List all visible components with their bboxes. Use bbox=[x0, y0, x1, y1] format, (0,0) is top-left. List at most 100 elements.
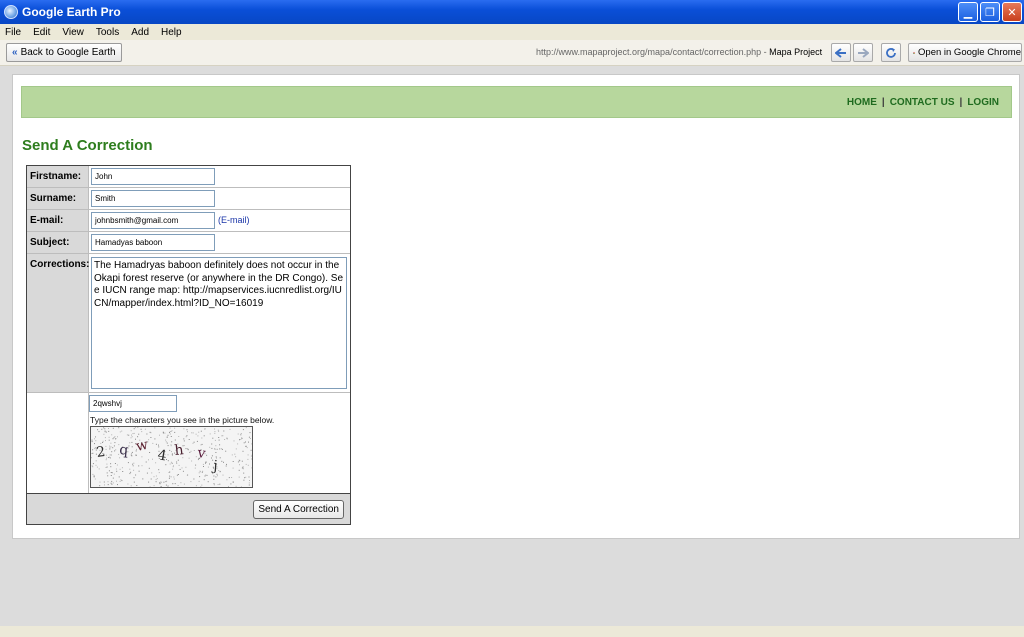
captcha-noise-dot bbox=[231, 477, 233, 478]
captcha-noise-dot bbox=[135, 474, 137, 476]
captcha-noise-dot bbox=[187, 449, 189, 451]
captcha-noise-dot bbox=[178, 464, 180, 466]
email-input[interactable]: johnbsmith@gmail.com bbox=[91, 212, 215, 229]
minimize-button[interactable]: ▁ bbox=[958, 2, 978, 22]
captcha-noise-dot bbox=[169, 427, 171, 429]
window-controls: ▁ ❐ ✕ bbox=[958, 2, 1022, 22]
chrome-icon bbox=[913, 51, 915, 54]
captcha-noise-dot bbox=[103, 481, 105, 483]
send-correction-button[interactable]: Send A Correction bbox=[253, 500, 344, 519]
captcha-noise-dot bbox=[113, 437, 115, 439]
captcha-noise-dot bbox=[158, 472, 160, 474]
email-help-link[interactable]: (E-mail) bbox=[218, 215, 250, 225]
captcha-noise-dot bbox=[198, 431, 200, 433]
captcha-noise-dot bbox=[170, 444, 172, 446]
surname-input[interactable]: Smith bbox=[91, 190, 215, 207]
subject-row: Subject: Hamadyas baboon bbox=[27, 232, 350, 254]
correction-form: Firstname: John Surname: Smith E-mail: j… bbox=[26, 165, 351, 525]
captcha-noise-dot bbox=[242, 450, 244, 452]
captcha-noise-dot bbox=[105, 445, 107, 447]
captcha-noise-dot bbox=[245, 427, 247, 429]
back-arrow-button[interactable] bbox=[831, 43, 851, 62]
captcha-noise-dot bbox=[99, 481, 101, 483]
reload-button[interactable] bbox=[881, 43, 901, 62]
menu-add[interactable]: Add bbox=[131, 27, 149, 38]
captcha-noise-dot bbox=[132, 463, 134, 465]
captcha-noise-dot bbox=[211, 457, 212, 459]
captcha-noise-dot bbox=[117, 436, 118, 438]
captcha-noise-dot bbox=[233, 440, 235, 442]
captcha-noise-dot bbox=[131, 446, 133, 448]
captcha-noise-dot bbox=[120, 479, 122, 481]
menu-help[interactable]: Help bbox=[161, 27, 182, 38]
captcha-noise-dot bbox=[211, 455, 213, 457]
captcha-noise-dot bbox=[205, 462, 206, 464]
captcha-noise-dot bbox=[202, 470, 204, 472]
arrow-right-icon bbox=[858, 47, 869, 58]
captcha-noise-dot bbox=[240, 433, 242, 434]
captcha-noise-dot bbox=[217, 475, 218, 477]
captcha-noise-dot bbox=[251, 458, 252, 460]
forward-arrow-button[interactable] bbox=[853, 43, 873, 62]
captcha-noise-dot bbox=[251, 443, 252, 445]
captcha-noise-dot bbox=[209, 433, 211, 435]
captcha-noise-dot bbox=[245, 476, 247, 478]
captcha-noise-dot bbox=[214, 448, 216, 450]
captcha-noise-dot bbox=[171, 441, 173, 443]
captcha-noise-dot bbox=[203, 466, 204, 467]
captcha-noise-dot bbox=[209, 446, 211, 448]
firstname-input[interactable]: John bbox=[91, 168, 215, 185]
close-button[interactable]: ✕ bbox=[1002, 2, 1022, 22]
captcha-noise-dot bbox=[194, 467, 196, 469]
menu-edit[interactable]: Edit bbox=[33, 27, 50, 38]
window-titlebar: Google Earth Pro ▁ ❐ ✕ bbox=[0, 0, 1024, 24]
captcha-noise-dot bbox=[95, 440, 97, 442]
url-text: http://www.mapaproject.org/mapa/contact/… bbox=[536, 47, 762, 57]
captcha-noise-dot bbox=[183, 483, 185, 485]
back-to-earth-button[interactable]: « Back to Google Earth bbox=[6, 43, 122, 62]
captcha-input[interactable]: 2qwshvj bbox=[89, 395, 177, 412]
captcha-noise-dot bbox=[119, 468, 121, 470]
captcha-noise-dot bbox=[237, 433, 239, 435]
captcha-noise-dot bbox=[169, 476, 171, 478]
menu-file[interactable]: File bbox=[5, 27, 21, 38]
captcha-noise-dot bbox=[219, 471, 221, 473]
captcha-noise-dot bbox=[142, 478, 144, 480]
captcha-noise-dot bbox=[166, 442, 168, 444]
captcha-noise-dot bbox=[112, 427, 114, 429]
restore-button[interactable]: ❐ bbox=[980, 2, 1000, 22]
surname-label: Surname: bbox=[27, 188, 89, 209]
captcha-noise-dot bbox=[112, 482, 114, 484]
captcha-noise-dot bbox=[229, 428, 231, 430]
captcha-noise-dot bbox=[91, 441, 93, 443]
captcha-noise-dot bbox=[112, 447, 114, 449]
open-in-chrome-button[interactable]: Open in Google Chrome bbox=[908, 43, 1022, 62]
captcha-noise-dot bbox=[154, 438, 156, 440]
captcha-noise-dot bbox=[132, 465, 134, 467]
captcha-noise-dot bbox=[133, 428, 135, 430]
captcha-noise-dot bbox=[109, 448, 111, 450]
subject-input[interactable]: Hamadyas baboon bbox=[91, 234, 215, 251]
captcha-noise-dot bbox=[172, 483, 174, 485]
captcha-noise-dot bbox=[241, 437, 243, 439]
captcha-noise-dot bbox=[111, 451, 113, 453]
captcha-noise-dot bbox=[188, 457, 190, 459]
captcha-noise-dot bbox=[200, 486, 202, 487]
nav-home-link[interactable]: HOME bbox=[847, 97, 877, 108]
captcha-noise-dot bbox=[102, 440, 104, 442]
captcha-noise-dot bbox=[242, 429, 244, 431]
captcha-noise-dot bbox=[107, 472, 108, 474]
nav-login-link[interactable]: LOGIN bbox=[967, 97, 999, 108]
menu-tools[interactable]: Tools bbox=[96, 27, 119, 38]
captcha-noise-dot bbox=[215, 452, 217, 453]
double-chevron-left-icon: « bbox=[12, 47, 18, 58]
corrections-textarea[interactable]: The Hamadryas baboon definitely does not… bbox=[91, 257, 347, 389]
menu-view[interactable]: View bbox=[62, 27, 84, 38]
captcha-noise-dot bbox=[121, 480, 123, 482]
captcha-noise-dot bbox=[247, 454, 249, 456]
captcha-noise-dot bbox=[162, 431, 164, 433]
captcha-noise-dot bbox=[106, 463, 108, 465]
nav-contact-link[interactable]: CONTACT US bbox=[890, 97, 955, 108]
url-separator: - bbox=[761, 47, 770, 57]
captcha-noise-dot bbox=[189, 451, 191, 453]
